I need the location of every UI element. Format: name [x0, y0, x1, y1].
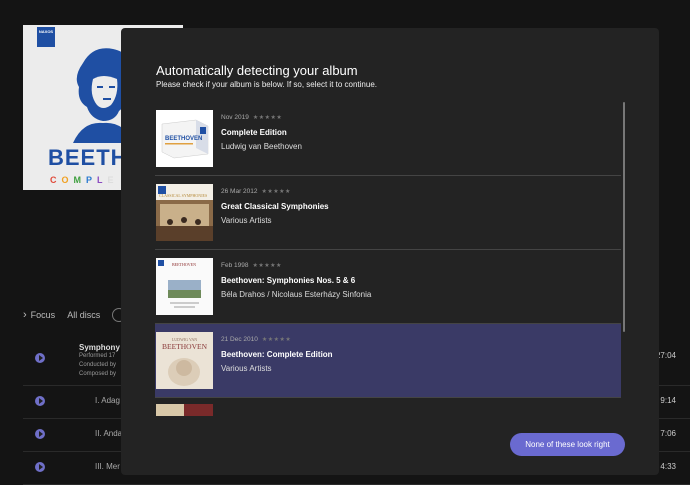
- thumb-text: BEETHOVEN: [162, 342, 208, 351]
- album-date: Nov 2019 ★★★★★: [221, 114, 283, 121]
- naxos-logo: NAXOS: [37, 27, 55, 47]
- album-thumbnail: LUDWIG VAN BEETHOVEN: [156, 332, 213, 389]
- album-thumbnail: BEETHOVEN: [156, 258, 213, 315]
- play-icon[interactable]: [35, 462, 45, 472]
- rating-stars-icon: ★★★★★: [261, 189, 291, 195]
- album-title: Beethoven: Complete Edition: [221, 350, 333, 359]
- track-duration: 7:06: [660, 429, 676, 438]
- play-icon[interactable]: [35, 396, 45, 406]
- play-icon[interactable]: [35, 353, 45, 363]
- album-thumbnail: [156, 404, 213, 416]
- track-title: II. Anda: [95, 429, 123, 438]
- album-detect-dialog: Automatically detecting your album Pleas…: [121, 28, 659, 475]
- focus-button[interactable]: Focus: [31, 310, 56, 320]
- discs-dropdown[interactable]: All discs: [67, 310, 100, 320]
- album-title: Great Classical Symphonies: [221, 202, 329, 211]
- thumb-text: CLASSICAL SYMPHONIES: [159, 193, 207, 198]
- album-artist: Various Artists: [221, 216, 272, 225]
- album-artist: Ludwig van Beethoven: [221, 142, 302, 151]
- rating-stars-icon: ★★★★★: [261, 337, 292, 343]
- album-title: Complete Edition: [221, 128, 287, 137]
- track-toolbar: › Focus All discs: [23, 308, 127, 322]
- album-thumbnail: BEETHOVEN: [156, 110, 213, 167]
- album-artist: Various Artists: [221, 364, 272, 373]
- album-date: 21 Dec 2010 ★★★★★: [221, 336, 292, 343]
- album-date: 26 Mar 2012 ★★★★★: [221, 188, 291, 195]
- album-result[interactable]: [155, 398, 621, 416]
- track-title: III. Mer: [95, 462, 120, 471]
- album-result[interactable]: BEETHOVEN Feb 1998 ★★★★★ Beethoven: Symph…: [155, 250, 621, 324]
- album-result-selected[interactable]: LUDWIG VAN BEETHOVEN 21 Dec 2010 ★★★★★ Be…: [155, 324, 621, 398]
- dialog-title: Automatically detecting your album: [156, 63, 358, 78]
- rating-stars-icon: ★★★★★: [252, 115, 283, 121]
- play-icon[interactable]: [35, 429, 45, 439]
- album-artist: Béla Drahos / Nicolaus Esterházy Sinfoni…: [221, 290, 372, 299]
- dialog-subtitle: Please check if your album is below. If …: [156, 80, 377, 89]
- results-scrollbar[interactable]: [623, 102, 625, 332]
- album-results-list[interactable]: BEETHOVEN Nov 2019 ★★★★★ Complete Edition…: [155, 102, 621, 416]
- track-duration: 9:14: [660, 396, 676, 405]
- track-duration: 4:33: [660, 462, 676, 471]
- album-title: Beethoven: Symphonies Nos. 5 & 6: [221, 276, 356, 285]
- rating-stars-icon: ★★★★★: [252, 263, 282, 269]
- album-result[interactable]: BEETHOVEN Nov 2019 ★★★★★ Complete Edition…: [155, 102, 621, 176]
- thumb-text: BEETHOVEN: [172, 262, 196, 267]
- album-date: Feb 1998 ★★★★★: [221, 262, 282, 269]
- album-thumbnail: CLASSICAL SYMPHONIES: [156, 184, 213, 241]
- chevron-right-icon[interactable]: ›: [23, 309, 27, 321]
- thumb-text: BEETHOVEN: [165, 136, 202, 142]
- none-look-right-button[interactable]: None of these look right: [510, 433, 625, 456]
- track-title: I. Adag: [95, 396, 120, 405]
- album-result[interactable]: CLASSICAL SYMPHONIES 26 Mar 2012 ★★★★★ Gr…: [155, 176, 621, 250]
